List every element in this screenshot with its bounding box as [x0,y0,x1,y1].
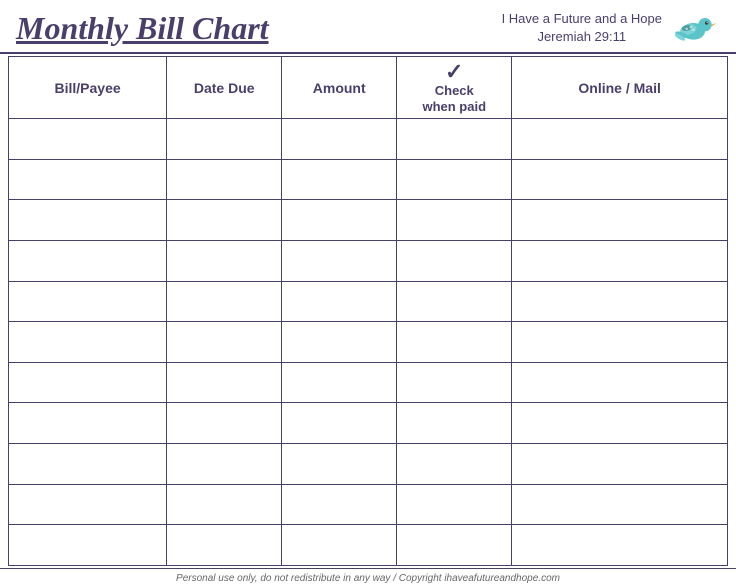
col-header-online-mail: Online / Mail [512,57,728,119]
table-row[interactable] [9,159,728,200]
table-cell[interactable] [9,119,167,160]
table-cell[interactable] [397,403,512,444]
table-row[interactable] [9,241,728,282]
table-cell[interactable] [397,322,512,363]
table-cell[interactable] [397,444,512,485]
table-cell[interactable] [512,200,728,241]
table-cell[interactable] [282,159,397,200]
col-header-bill-payee: Bill/Payee [9,57,167,119]
page-title: Monthly Bill Chart [16,10,269,47]
table-cell[interactable] [397,200,512,241]
table-cell[interactable] [167,241,282,282]
table-row[interactable] [9,322,728,363]
table-cell[interactable] [9,281,167,322]
table-cell[interactable] [512,322,728,363]
table-cell[interactable] [397,241,512,282]
table-cell[interactable] [9,362,167,403]
table-cell[interactable] [9,322,167,363]
table-cell[interactable] [397,281,512,322]
table-cell[interactable] [512,525,728,566]
table-cell[interactable] [512,159,728,200]
table-cell[interactable] [9,200,167,241]
table-cell[interactable] [167,322,282,363]
table-cell[interactable] [167,444,282,485]
col-header-date-due: Date Due [167,57,282,119]
table-cell[interactable] [282,444,397,485]
header-subtitle: I Have a Future and a Hope Jeremiah 29:1… [502,10,662,46]
table-cell[interactable] [167,362,282,403]
table-row[interactable] [9,403,728,444]
check-symbol: ✓ [445,61,463,83]
table-cell[interactable] [512,484,728,525]
table-header-row: Bill/Payee Date Due Amount ✓ Check when … [9,57,728,119]
table-cell[interactable] [512,119,728,160]
table-cell[interactable] [512,241,728,282]
table-cell[interactable] [167,200,282,241]
table-row[interactable] [9,444,728,485]
table-body [9,119,728,566]
table-row[interactable] [9,281,728,322]
table-row[interactable] [9,200,728,241]
table-cell[interactable] [282,403,397,444]
table-cell[interactable] [167,484,282,525]
col-header-amount: Amount [282,57,397,119]
header-right: I Have a Future and a Hope Jeremiah 29:1… [502,8,720,48]
table-cell[interactable] [512,403,728,444]
table-cell[interactable] [282,200,397,241]
table-row[interactable] [9,119,728,160]
table-cell[interactable] [282,484,397,525]
bill-chart-table: Bill/Payee Date Due Amount ✓ Check when … [8,56,728,566]
table-cell[interactable] [282,281,397,322]
table-cell[interactable] [397,484,512,525]
table-cell[interactable] [9,444,167,485]
table-cell[interactable] [282,241,397,282]
table-cell[interactable] [397,362,512,403]
table-cell[interactable] [282,322,397,363]
table-cell[interactable] [167,159,282,200]
table-cell[interactable] [9,484,167,525]
table-cell[interactable] [167,119,282,160]
table-cell[interactable] [167,403,282,444]
table-row[interactable] [9,525,728,566]
table-cell[interactable] [9,525,167,566]
table-cell[interactable] [397,119,512,160]
table-cell[interactable] [397,159,512,200]
page: Monthly Bill Chart I Have a Future and a… [0,0,736,588]
table-cell[interactable] [282,525,397,566]
col-header-check-when-paid: ✓ Check when paid [397,57,512,119]
table-cell[interactable] [9,159,167,200]
table-cell[interactable] [282,362,397,403]
table-cell[interactable] [512,444,728,485]
header: Monthly Bill Chart I Have a Future and a… [0,0,736,54]
table-row[interactable] [9,484,728,525]
table-cell[interactable] [397,525,512,566]
table-cell[interactable] [9,241,167,282]
table-cell[interactable] [282,119,397,160]
footer: Personal use only, do not redistribute i… [0,568,736,588]
table-cell[interactable] [167,525,282,566]
check-when-paid-text: Check when paid [422,83,486,114]
table-cell[interactable] [9,403,167,444]
table-cell[interactable] [512,281,728,322]
table-container: Bill/Payee Date Due Amount ✓ Check when … [0,54,736,568]
table-cell[interactable] [167,281,282,322]
bird-icon [670,8,720,48]
table-row[interactable] [9,362,728,403]
table-cell[interactable] [512,362,728,403]
